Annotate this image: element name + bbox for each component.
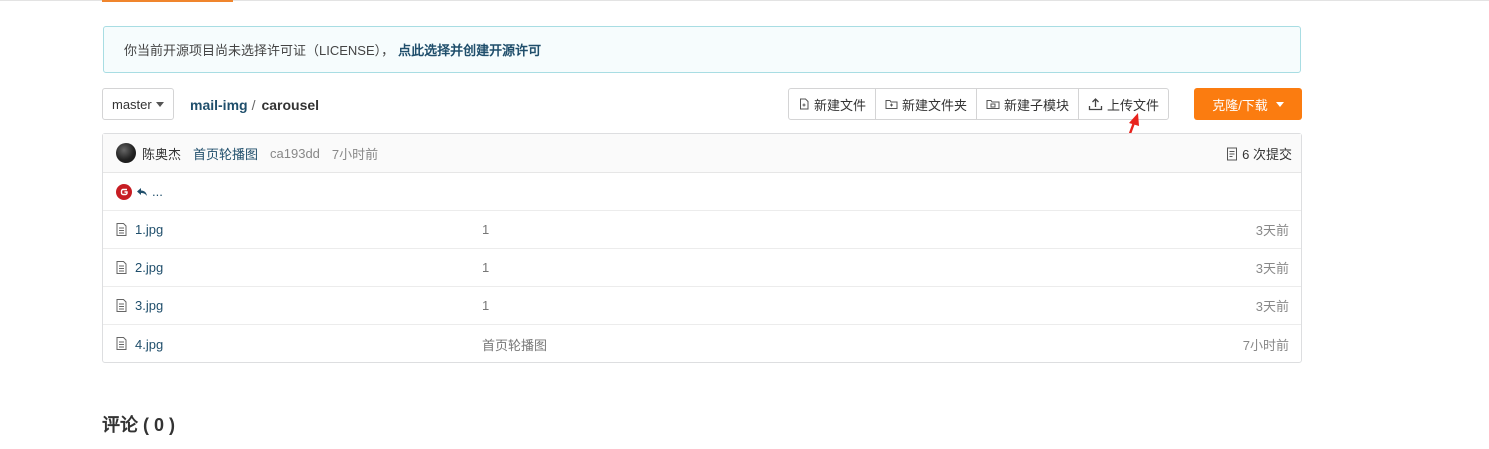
commit-author[interactable]: 陈奥杰 — [142, 144, 181, 163]
back-arrow-icon — [137, 187, 147, 196]
commits-icon — [1227, 147, 1238, 160]
active-tab-indicator — [102, 0, 233, 2]
file-time: 3天前 — [1255, 261, 1289, 276]
file-name-link[interactable]: 2.jpg — [135, 260, 163, 275]
folder-add-icon — [885, 100, 898, 109]
new-folder-button[interactable]: 新建文件夹 — [876, 89, 978, 119]
avatar[interactable] — [116, 143, 136, 163]
new-submodule-button[interactable]: 新建子模块 — [977, 89, 1080, 119]
commit-sha[interactable]: ca193dd — [270, 146, 320, 161]
file-name-link[interactable]: 3.jpg — [135, 298, 163, 313]
file-time: 3天前 — [1255, 299, 1289, 314]
file-add-icon — [800, 98, 809, 110]
new-file-label: 新建文件 — [814, 97, 867, 113]
commit-time: 7小时前 — [331, 146, 379, 162]
license-notice: 你当前开源项目尚未选择许可证（LICENSE）， 点此选择并创建开源许可 — [103, 26, 1301, 73]
commit-message[interactable]: 首页轮播图 — [193, 144, 258, 163]
table-row: 2.jpg 1 3天前 — [103, 249, 1301, 287]
parent-directory-link[interactable]: ... — [152, 184, 163, 199]
commit-count-link[interactable]: 6 次提交 — [1226, 144, 1292, 163]
file-time: 3天前 — [1255, 223, 1289, 238]
gitee-logo-icon — [116, 183, 132, 200]
breadcrumb-repo-link[interactable]: mail-img — [190, 97, 248, 113]
clone-download-label: 克隆/下载 — [1212, 97, 1268, 113]
new-folder-label: 新建文件夹 — [902, 97, 968, 113]
file-commit-message[interactable]: 首页轮播图 — [482, 335, 547, 354]
upload-icon — [1088, 98, 1103, 111]
comments-heading: 评论 ( 0 ) — [102, 415, 176, 435]
breadcrumb: mail-img / carousel — [190, 97, 319, 113]
branch-label: master — [112, 96, 152, 112]
file-commit-message[interactable]: 1 — [482, 260, 489, 275]
license-notice-text: 你当前开源项目尚未选择许可证（LICENSE）， — [124, 43, 395, 58]
table-row: 4.jpg 首页轮播图 7小时前 — [103, 325, 1301, 363]
submodule-icon — [986, 100, 1000, 109]
file-time: 7小时前 — [1242, 337, 1289, 353]
file-icon — [116, 337, 127, 350]
commit-count: 6 次提交 — [1242, 147, 1292, 162]
create-license-link[interactable]: 点此选择并创建开源许可 — [398, 40, 541, 59]
file-actions-group: 新建文件 新建文件夹 新建子模块 上传文件 — [788, 88, 1170, 120]
new-submodule-label: 新建子模块 — [1004, 97, 1070, 113]
clone-download-button[interactable]: 克隆/下载 — [1194, 88, 1302, 120]
caret-down-icon — [155, 101, 164, 107]
file-name-link[interactable]: 1.jpg — [135, 222, 163, 237]
file-name-link[interactable]: 4.jpg — [135, 337, 163, 352]
latest-commit-row: 陈奥杰 首页轮播图 ca193dd 7小时前 6 次提交 — [103, 134, 1301, 173]
file-commit-message[interactable]: 1 — [482, 298, 489, 313]
table-row: 3.jpg 1 3天前 — [103, 287, 1301, 325]
file-icon — [116, 223, 127, 236]
breadcrumb-current-folder: carousel — [261, 97, 320, 113]
file-icon — [116, 261, 127, 274]
table-row: 1.jpg 1 3天前 — [103, 211, 1301, 249]
parent-directory-row[interactable]: ... — [103, 173, 1301, 211]
breadcrumb-separator: / — [251, 97, 256, 113]
new-file-button[interactable]: 新建文件 — [789, 89, 877, 119]
caret-down-icon — [1275, 101, 1284, 107]
file-list-table: 陈奥杰 首页轮播图 ca193dd 7小时前 6 次提交 ... 1.jpg 1… — [102, 133, 1302, 363]
file-icon — [116, 299, 127, 312]
branch-selector[interactable]: master — [102, 88, 174, 120]
file-commit-message[interactable]: 1 — [482, 222, 489, 237]
